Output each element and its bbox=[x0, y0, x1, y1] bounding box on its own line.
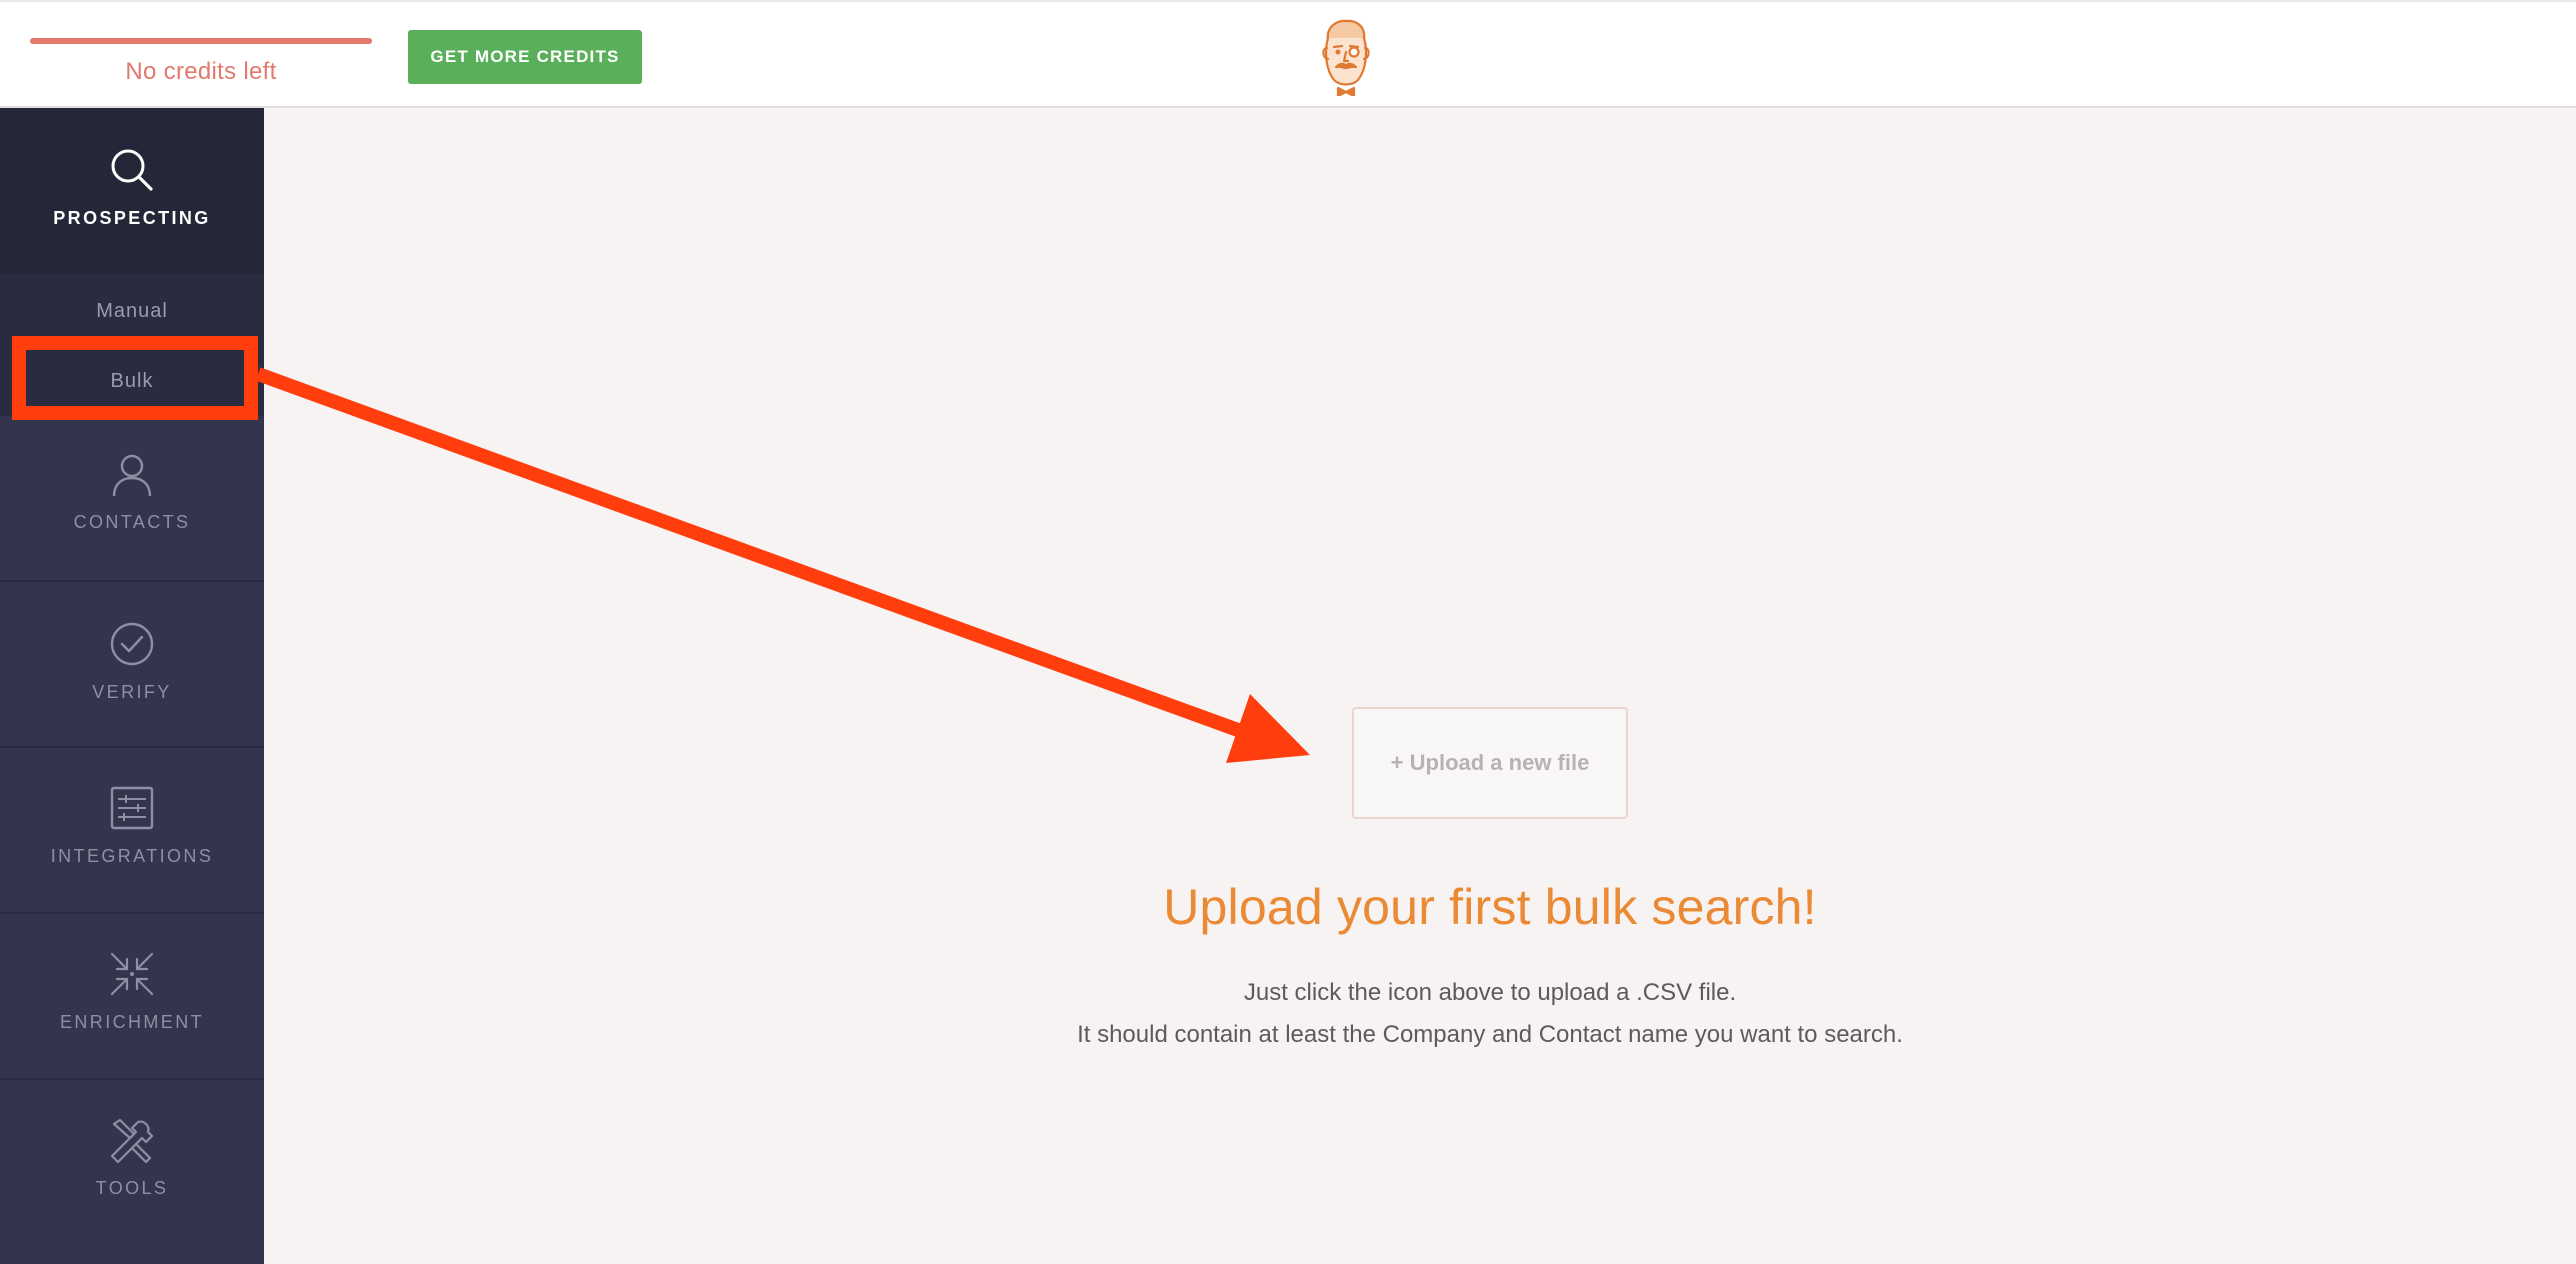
person-icon bbox=[112, 454, 152, 497]
sidebar: PROSPECTING Manual Bulk CONTACTS VERIFY … bbox=[0, 108, 264, 1264]
sliders-icon bbox=[110, 786, 154, 830]
credits-status: No credits left bbox=[125, 58, 277, 85]
sidebar-item-verify[interactable]: VERIFY bbox=[0, 584, 264, 748]
sidebar-item-label: CONTACTS bbox=[73, 512, 191, 532]
sidebar-item-contacts[interactable]: CONTACTS bbox=[0, 416, 264, 582]
wrench-screwdriver-icon bbox=[110, 1118, 154, 1164]
upload-instructions-line-1: Just click the icon above to upload a .C… bbox=[1243, 979, 1737, 1006]
sidebar-item-label: PROSPECTING bbox=[53, 208, 211, 228]
credits-progress-bar bbox=[30, 38, 372, 44]
get-more-credits-button[interactable]: GET MORE CREDITS bbox=[408, 30, 642, 84]
sidebar-item-label: ENRICHMENT bbox=[60, 1012, 204, 1032]
check-circle-icon bbox=[110, 622, 154, 666]
annotation-highlight-box bbox=[12, 336, 258, 420]
upload-instructions-line-2: It should contain at least the Company a… bbox=[1077, 1021, 1903, 1048]
sidebar-item-label: TOOLS bbox=[95, 1178, 169, 1198]
annotation-arrow bbox=[255, 367, 1310, 763]
sidebar-item-integrations[interactable]: INTEGRATIONS bbox=[0, 750, 264, 914]
compress-arrows-icon bbox=[110, 952, 154, 996]
sidebar-item-enrichment[interactable]: ENRICHMENT bbox=[0, 916, 264, 1080]
sidebar-item-prospecting[interactable]: PROSPECTING bbox=[0, 108, 264, 276]
sidebar-item-tools[interactable]: TOOLS bbox=[0, 1082, 264, 1264]
search-icon bbox=[111, 149, 153, 191]
upload-new-file-button[interactable]: + Upload a new file bbox=[1352, 707, 1628, 819]
sidebar-item-label: INTEGRATIONS bbox=[50, 846, 214, 866]
top-bar: No credits left GET MORE CREDITS bbox=[0, 0, 2576, 108]
mascot-logo-icon[interactable] bbox=[1316, 18, 1376, 96]
page-headline: Upload your first bulk search! bbox=[1163, 879, 1817, 935]
sidebar-item-label: VERIFY bbox=[92, 682, 172, 702]
